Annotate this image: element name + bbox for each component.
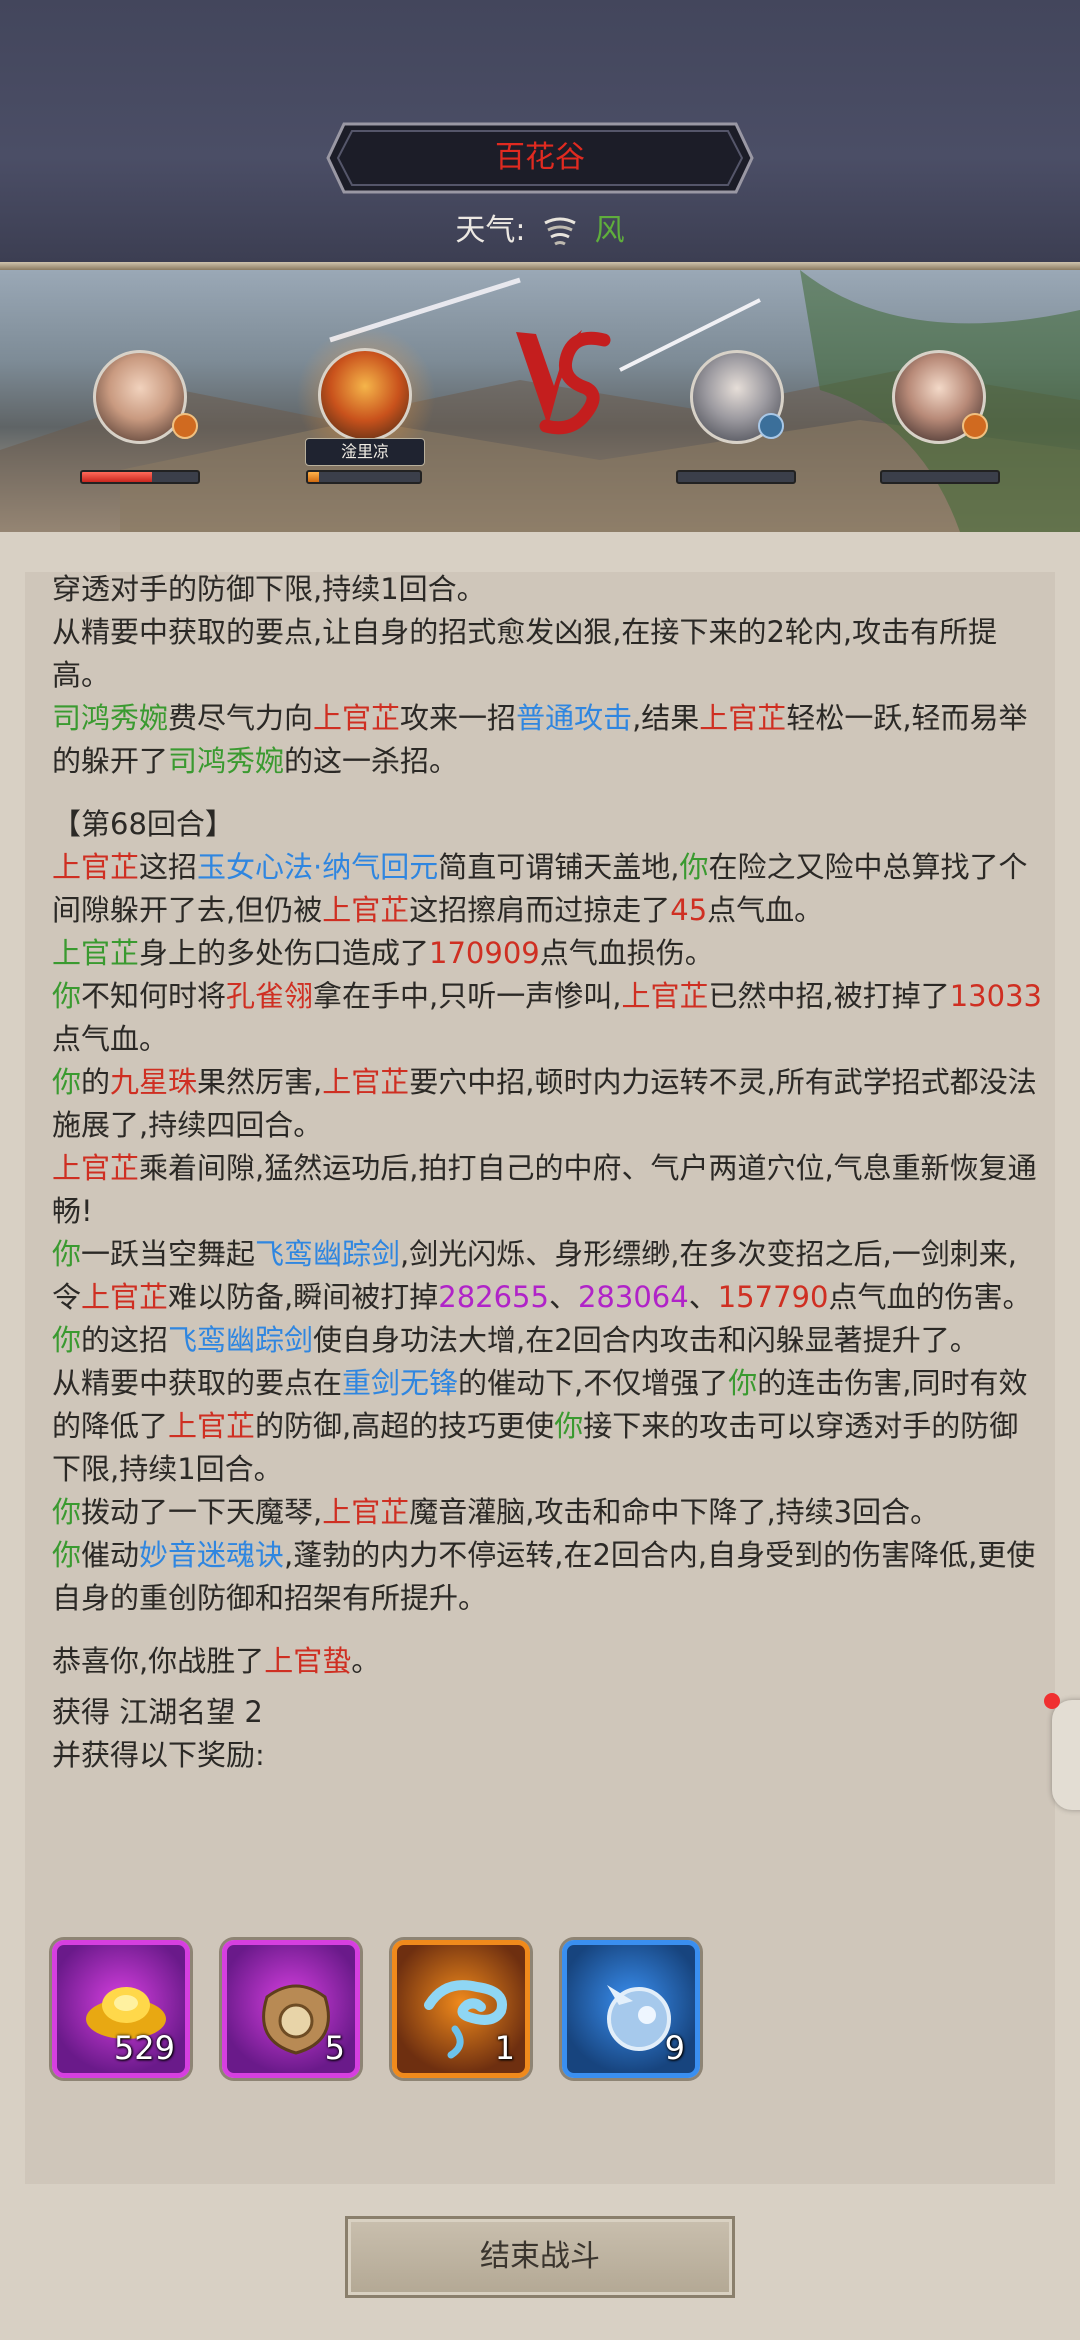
round-header: 【第68回合】: [52, 807, 234, 841]
element-badge-icon: [758, 413, 784, 439]
battle-header: 百花谷 天气: 风: [0, 0, 1080, 262]
ally-2-portrait: [318, 348, 412, 442]
reputation-gain: 获得 江湖名望 2: [52, 1695, 263, 1729]
log-entry: 你拨动了一下天魔琴,上官芷魔音灌脑,攻击和命中下降了,持续3回合。: [52, 1495, 940, 1529]
reward-item[interactable]: 9: [562, 1940, 700, 2078]
log-entry: 上官芷这招玉女心法·纳气回元简直可谓铺天盖地,你在险之又险中总算找了个间隙躲开了…: [52, 850, 1028, 927]
reward-quantity: 9: [664, 2029, 685, 2067]
log-entry: 上官芷身上的多处伤口造成了170909点气血损伤。: [52, 936, 714, 970]
element-badge-icon: [962, 413, 988, 439]
element-badge-icon: [172, 413, 198, 439]
active-fighter-name: 淦里凉: [305, 438, 425, 466]
reward-item[interactable]: 5: [222, 1940, 360, 2078]
victory-message: 恭喜你,你战胜了上官蛰。: [52, 1644, 381, 1678]
log-entry: 穿透对手的防御下限,持续1回合。: [52, 572, 486, 606]
side-drawer-handle[interactable]: [1052, 1700, 1080, 1810]
log-entry: 你的这招飞鸾幽踪剑使自身功法大增,在2回合内攻击和闪躲显著提升了。: [52, 1323, 979, 1357]
ally-1-hp-bar: [80, 470, 200, 484]
battle-log: 穿透对手的防御下限,持续1回合。 从精要中获取的要点,让自身的招式愈发凶狠,在接…: [52, 572, 1042, 1777]
weather-value: 风: [594, 213, 625, 248]
weather-indicator: 天气: 风: [0, 205, 1080, 253]
enemy-2-hp-bar: [880, 470, 1000, 484]
log-entry: 从精要中获取的要点,让自身的招式愈发凶狠,在接下来的2轮内,攻击有所提高。: [52, 615, 998, 692]
log-entry: 上官芷乘着间隙,猛然运功后,拍打自己的中府、气户两道穴位,气息重新恢复通畅!: [52, 1151, 1037, 1228]
log-entry: 你不知何时将孔雀翎拿在手中,只听一声惨叫,上官芷已然中招,被打掉了13033点气…: [52, 979, 1042, 1056]
enemy-1-hp-bar: [676, 470, 796, 484]
reward-item[interactable]: 1: [392, 1940, 530, 2078]
ally-1-hp-fill: [82, 472, 152, 482]
reward-quantity: 529: [113, 2029, 175, 2067]
log-entry: 你催动妙音迷魂诀,蓬勃的内力不停运转,在2回合内,自身受到的伤害降低,更使自身的…: [52, 1538, 1036, 1615]
vs-emblem: [512, 322, 612, 446]
reward-item[interactable]: 529: [52, 1940, 190, 2078]
battle-scene: 淦里凉: [0, 270, 1080, 532]
location-name: 百花谷: [495, 140, 585, 175]
header-divider: [0, 262, 1080, 270]
reward-quantity: 5: [324, 2029, 345, 2067]
weather-label: 天气:: [455, 213, 526, 248]
wind-icon: [544, 217, 576, 245]
reward-quantity: 1: [494, 2029, 515, 2067]
log-entry: 司鸿秀婉费尽气力向上官芷攻来一招普通攻击,结果上官芷轻松一跃,轻而易举的躲开了司…: [52, 701, 1028, 778]
end-battle-button[interactable]: 结束战斗: [345, 2216, 735, 2298]
log-entry: 你的九星珠果然厉害,上官芷要穴中招,顿时内力运转不灵,所有武学招式都没法施展了,…: [52, 1065, 1037, 1142]
ally-2-hp-bar: [306, 470, 422, 484]
log-entry: 从精要中获取的要点在重剑无锋的催动下,不仅增强了你的连击伤害,同时有效的降低了上…: [52, 1366, 1028, 1486]
log-entry: 你一跃当空舞起飞鸾幽踪剑,剑光闪烁、身形缥缈,在多次变招之后,一剑刺来,令上官芷…: [52, 1237, 1032, 1314]
notification-dot-icon: [1044, 1693, 1060, 1709]
reward-title: 并获得以下奖励:: [52, 1738, 265, 1772]
ally-2-hp-fill: [308, 472, 320, 482]
location-plate: 百花谷: [326, 122, 754, 194]
